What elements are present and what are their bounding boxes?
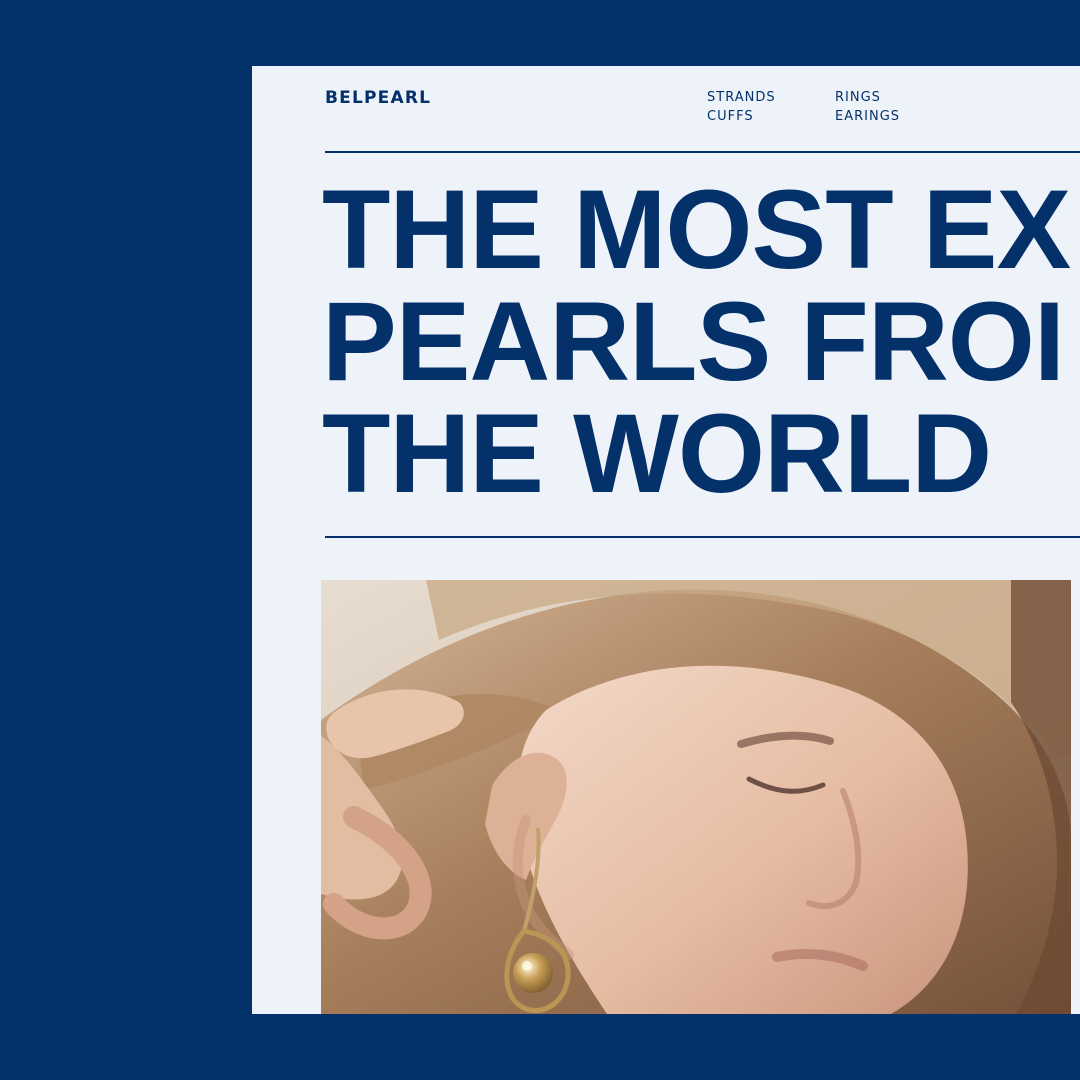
brand-logo[interactable]: BELPEARL — [325, 88, 431, 108]
site-header: BELPEARL STRANDS CUFFS RINGS EARINGS — [252, 66, 1080, 152]
hero-headline: THE MOST EX PEARLS FROI THE WORLD — [322, 167, 1071, 516]
hero-photo-illustration — [321, 580, 1071, 1014]
hero-headline-line-3: THE WORLD — [322, 391, 992, 516]
landing-page-card: BELPEARL STRANDS CUFFS RINGS EARINGS THE… — [252, 66, 1080, 1014]
hero-photo — [321, 580, 1071, 1014]
hero-headline-line-1: THE MOST EX — [322, 167, 1071, 292]
header-divider — [325, 151, 1080, 153]
nav-item-cuffs[interactable]: CUFFS — [707, 108, 754, 125]
nav-item-strands[interactable]: STRANDS — [707, 89, 776, 106]
nav-item-rings[interactable]: RINGS — [835, 89, 881, 106]
hero-headline-line-2: PEARLS FROI — [322, 279, 1065, 404]
headline-divider — [325, 536, 1080, 538]
nav-item-earings[interactable]: EARINGS — [835, 108, 900, 125]
